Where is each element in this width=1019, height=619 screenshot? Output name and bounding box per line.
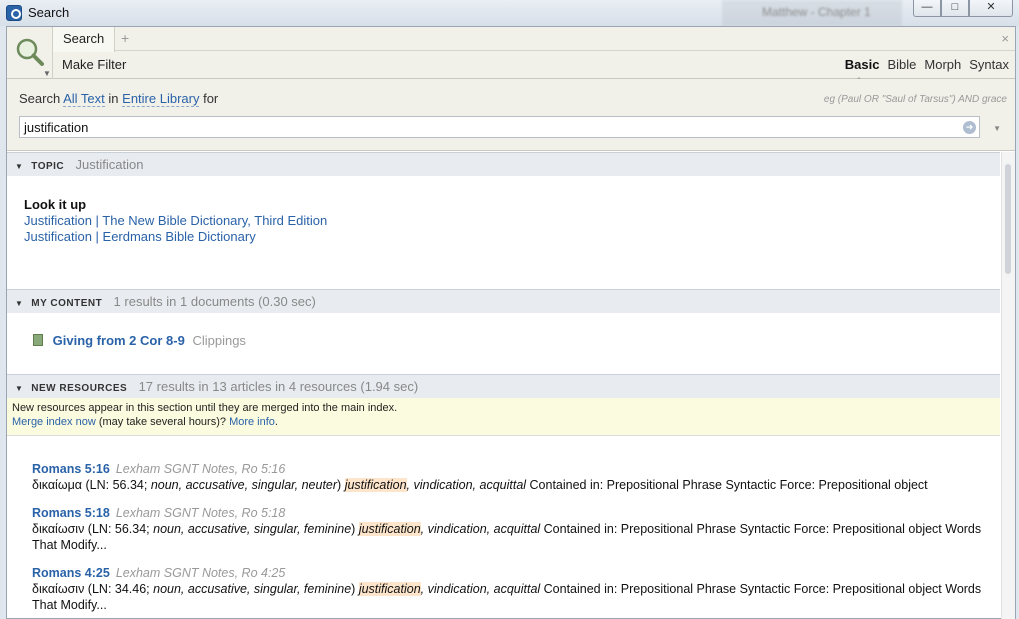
my-content-item[interactable]: Giving from 2 Cor 8-9 Clippings	[33, 333, 246, 348]
snippet-text: Contained in: Prepositional Phrase Synta…	[526, 478, 928, 492]
lookup-link-new-bible-dictionary[interactable]: Justification | The New Bible Dictionary…	[24, 213, 327, 228]
result-snippet: δικαίωσιν (LN: 56.34; noun, accusative, …	[32, 521, 992, 553]
result-reference-link[interactable]: Romans 5:16	[32, 462, 110, 476]
new-resources-section-header[interactable]: ▼ NEW RESOURCES 17 results in 13 article…	[7, 374, 1000, 398]
notice-actions: Merge index now (may take several hours)…	[12, 415, 995, 429]
maximize-button[interactable]: □	[941, 0, 969, 17]
result-reference-link[interactable]: Romans 5:18	[32, 506, 110, 520]
close-window-button[interactable]: ✕	[969, 0, 1013, 17]
chevron-down-icon: ▼	[43, 69, 51, 78]
snippet-gloss: , vindication, acquittal	[420, 582, 541, 596]
result-snippet: δικαίωσιν (LN: 34.46; noun, accusative, …	[32, 581, 992, 613]
tab-search[interactable]: Search	[53, 27, 116, 52]
background-window-title: Matthew - Chapter 1	[762, 5, 871, 19]
content-item-kind: Clippings	[192, 333, 246, 348]
search-prefix: Search	[19, 91, 61, 106]
snippet-highlight: justification	[344, 478, 407, 492]
my-content-section-header[interactable]: ▼ MY CONTENT 1 results in 1 documents (0…	[7, 289, 1000, 313]
minimize-button[interactable]: —	[913, 0, 941, 17]
search-query-area: Search All Text in Entire Library for eg…	[7, 79, 1015, 151]
section-label: MY CONTENT	[31, 298, 103, 309]
search-result[interactable]: Romans 5:16 Lexham SGNT Notes, Ro 5:16 δι…	[32, 461, 992, 493]
close-tab-button[interactable]: ×	[1001, 31, 1009, 46]
more-info-link[interactable]: More info	[229, 416, 275, 428]
snippet-parsing: noun, accusative, singular, feminine	[153, 522, 352, 536]
snippet-highlight: justification	[358, 522, 421, 536]
snippet-gloss: , vindication, acquittal	[420, 522, 541, 536]
section-label: NEW RESOURCES	[31, 383, 128, 394]
notice-end: .	[274, 416, 278, 428]
search-scope-dropdown[interactable]: All Text	[63, 91, 105, 107]
app-logo-icon	[6, 5, 22, 21]
merge-index-notice: New resources appear in this section unt…	[7, 398, 1000, 436]
search-history-dropdown-icon[interactable]: ▼	[993, 124, 1001, 133]
make-filter-button[interactable]: Make Filter	[62, 57, 126, 72]
snippet-text: δικαίωμα (LN: 56.34;	[32, 478, 151, 492]
result-source[interactable]: Lexham SGNT Notes, Ro 4:25	[116, 566, 286, 580]
merge-index-link[interactable]: Merge index now	[12, 416, 96, 428]
content-item-title[interactable]: Giving from 2 Cor 8-9	[53, 333, 185, 348]
search-window: ▼ Search + × Make Filter Basic Bible Mor…	[6, 26, 1016, 619]
search-in-word: in	[108, 91, 119, 106]
results-scrollbar[interactable]	[1001, 152, 1015, 619]
library-scope-dropdown[interactable]: Entire Library	[122, 91, 200, 107]
lookup-heading: Look it up	[24, 197, 87, 212]
snippet-text: δικαίωσιν (LN: 34.46;	[32, 582, 154, 596]
clipping-icon	[33, 334, 43, 346]
section-meta: 17 results in 13 articles in 4 resources…	[138, 379, 419, 394]
search-result[interactable]: Romans 4:25 Lexham SGNT Notes, Ro 4:25 δι…	[32, 565, 992, 613]
go-arrow-icon[interactable]: ➜	[963, 121, 976, 134]
magnifier-icon	[16, 38, 44, 66]
section-meta: 1 results in 1 documents (0.30 sec)	[113, 294, 316, 309]
snippet-gloss: , vindication, acquittal	[406, 478, 527, 492]
search-input[interactable]: justification ➜	[19, 116, 980, 138]
notice-middle-text: (may take several hours)?	[95, 416, 230, 428]
results-panel: ▼ TOPIC Justification Look it up Justifi…	[7, 152, 1015, 619]
result-source[interactable]: Lexham SGNT Notes, Ro 5:18	[116, 506, 286, 520]
section-label: TOPIC	[31, 161, 65, 172]
search-result[interactable]: Romans 5:18 Lexham SGNT Notes, Ro 5:18 δι…	[32, 505, 992, 553]
window-titlebar: Search Matthew - Chapter 1 — □ ✕	[0, 0, 1019, 26]
mode-tab-bible[interactable]: Bible	[887, 57, 916, 72]
topic-section-header[interactable]: ▼ TOPIC Justification	[7, 152, 1000, 176]
window-title: Search	[28, 5, 70, 20]
mode-tab-syntax[interactable]: Syntax	[969, 57, 1009, 72]
search-scope-line: Search All Text in Entire Library for	[19, 91, 219, 107]
search-mode-tabs: Basic Bible Morph Syntax	[845, 57, 1009, 81]
lookup-link-eerdmans[interactable]: Justification | Eerdmans Bible Dictionar…	[24, 229, 256, 244]
tab-strip: Search + ×	[53, 27, 1015, 52]
result-snippet: δικαίωμα (LN: 56.34; noun, accusative, s…	[32, 477, 992, 493]
search-menu-button[interactable]: ▼	[7, 27, 53, 79]
notice-text: New resources appear in this section unt…	[12, 402, 398, 414]
search-example-hint: eg (Paul OR "Saul of Tarsus") AND grace	[823, 94, 1007, 105]
collapse-triangle-icon: ▼	[15, 162, 23, 171]
snippet-text: )	[351, 582, 359, 596]
snippet-parsing: noun, accusative, singular, feminine	[153, 582, 352, 596]
search-input-value: justification	[24, 120, 89, 135]
collapse-triangle-icon: ▼	[15, 299, 23, 308]
add-tab-button[interactable]: +	[121, 30, 129, 46]
search-for-word: for	[203, 91, 219, 106]
search-toolbar: ▼ Search + × Make Filter Basic Bible Mor…	[7, 27, 1015, 81]
background-window-tab: Matthew - Chapter 1	[722, 0, 902, 26]
snippet-highlight: justification	[358, 582, 421, 596]
section-meta: Justification	[75, 157, 144, 172]
mode-tab-basic[interactable]: Basic	[845, 57, 879, 81]
result-reference-link[interactable]: Romans 4:25	[32, 566, 110, 580]
result-source[interactable]: Lexham SGNT Notes, Ro 5:16	[116, 462, 286, 476]
collapse-triangle-icon: ▼	[15, 384, 23, 393]
snippet-text: δικαίωσιν (LN: 56.34;	[32, 522, 154, 536]
snippet-text: )	[351, 522, 359, 536]
mode-tab-morph[interactable]: Morph	[924, 57, 961, 72]
scrollbar-thumb[interactable]	[1005, 164, 1011, 274]
snippet-parsing: noun, accusative, singular, neuter	[150, 478, 338, 492]
snippet-text: )	[337, 478, 345, 492]
